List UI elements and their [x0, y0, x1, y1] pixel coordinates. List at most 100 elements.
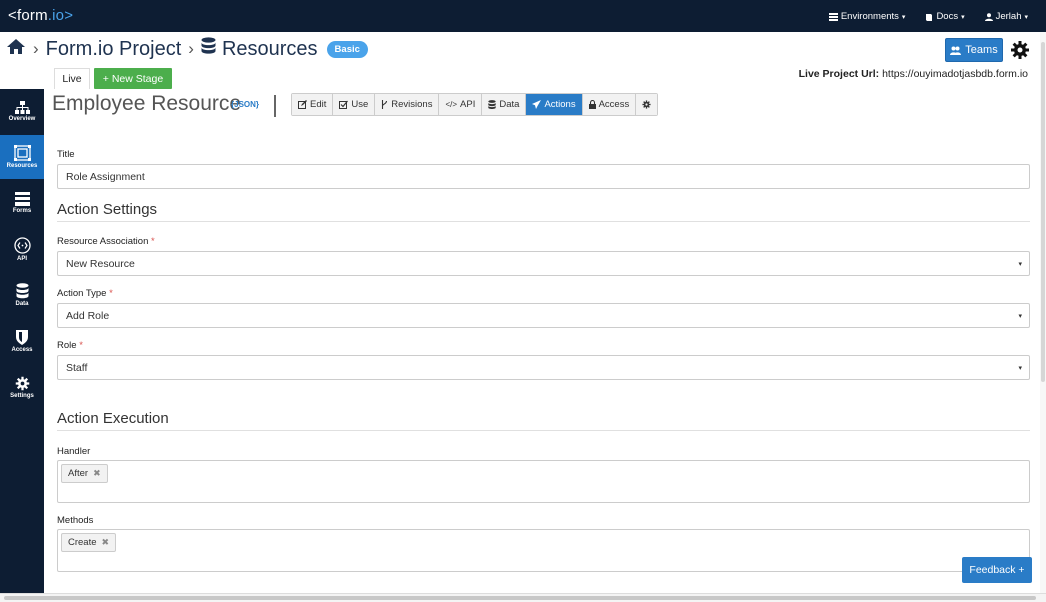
resource-association-select[interactable]: New Resource ▾: [57, 251, 1030, 276]
lock-icon: [588, 100, 596, 109]
sidebar-item-label: Forms: [12, 208, 32, 214]
chevron-down-icon: ▾: [1018, 261, 1022, 268]
user-menu[interactable]: Jerlah ▾: [984, 11, 1028, 22]
sitemap-icon: [14, 100, 30, 114]
title-input[interactable]: Role Assignment: [57, 164, 1030, 189]
branch-icon: [382, 100, 388, 109]
teams-label: Teams: [965, 44, 998, 56]
tab-use[interactable]: Use: [333, 94, 376, 115]
live-url-value[interactable]: https://ouyimadotjasbdb.form.io: [882, 68, 1028, 80]
handler-tag: After ✖: [61, 464, 108, 483]
horizontal-scrollbar[interactable]: [0, 593, 1046, 602]
breadcrumb-project[interactable]: Form.io Project: [46, 38, 182, 61]
scrollbar-thumb[interactable]: [4, 596, 1036, 600]
sidebar-item-label: Overview: [8, 115, 36, 122]
breadcrumb-section[interactable]: Resources: [222, 38, 318, 61]
feedback-button[interactable]: Feedback +: [962, 557, 1032, 583]
tab-data[interactable]: Data: [482, 94, 527, 115]
brand-left: <form: [8, 7, 48, 24]
live-url-label: Live Project Url:: [798, 68, 880, 80]
sidebar-item-resources[interactable]: Resources: [0, 135, 44, 179]
resource-association-label: Resource Association *: [57, 236, 155, 247]
tab-revisions[interactable]: Revisions: [375, 94, 440, 115]
tab-access[interactable]: Access: [582, 94, 637, 115]
tab-actions[interactable]: Actions: [526, 94, 583, 115]
user-icon: [984, 12, 993, 21]
tab-api[interactable]: </> API: [439, 94, 483, 115]
tab-label: Data: [499, 99, 520, 110]
page-header: › Form.io Project › Resources Basic: [0, 32, 1046, 66]
sidebar-item-label: Settings: [10, 392, 34, 399]
methods-tag: Create ✖: [61, 533, 117, 552]
scrollbar-thumb[interactable]: [1041, 42, 1045, 382]
database-icon: [488, 100, 497, 109]
methods-label: Methods: [57, 515, 94, 526]
role-text: Role: [57, 340, 77, 351]
breadcrumb-separator: ›: [33, 39, 39, 58]
handler-tag-label: After: [68, 468, 89, 479]
check-square-icon: [339, 100, 349, 109]
plan-badge: Basic: [326, 40, 368, 58]
chevron-down-icon: ▾: [901, 13, 906, 21]
action-settings-heading: Action Settings: [57, 201, 1030, 222]
json-link[interactable]: {JSON}: [231, 100, 259, 109]
user-label: Jerlah: [995, 11, 1022, 22]
action-type-value: Add Role: [66, 309, 110, 322]
live-project-url: Live Project Url: https://ouyimadotjasbd…: [799, 68, 1028, 80]
gear-icon: [642, 100, 651, 109]
sidebar-item-forms[interactable]: Forms: [0, 181, 44, 225]
tab-edit[interactable]: Edit: [292, 94, 334, 115]
chevron-down-icon: ▾: [1018, 313, 1022, 320]
book-icon: [926, 13, 933, 21]
brand-right: .io>: [47, 7, 74, 24]
list-icon: [828, 12, 838, 21]
action-type-select[interactable]: Add Role ▾: [57, 303, 1030, 328]
docs-menu[interactable]: Docs ▾: [925, 11, 965, 22]
remove-tag-icon[interactable]: ✖: [102, 537, 110, 548]
database-icon: [16, 283, 28, 299]
api-icon: [13, 236, 31, 254]
docs-label: Docs: [936, 11, 959, 22]
top-nav-menu: Environments ▾ Docs ▾ Jerlah ▾: [828, 11, 1028, 22]
title-divider: [274, 95, 276, 117]
sidebar-item-overview[interactable]: Overview: [0, 89, 44, 133]
stage-tab-live[interactable]: Live: [54, 68, 90, 89]
resources-icon: [13, 145, 31, 161]
tab-label: Edit: [310, 99, 327, 110]
gear-icon[interactable]: [1010, 40, 1030, 60]
database-icon: [201, 37, 216, 61]
environments-label: Environments: [840, 11, 899, 22]
role-label: Role *: [57, 340, 83, 351]
remove-tag-icon[interactable]: ✖: [93, 468, 101, 479]
resource-association-value: New Resource: [66, 257, 135, 270]
sidebar-item-data[interactable]: Data: [0, 273, 44, 317]
sidebar-item-settings[interactable]: Settings: [0, 365, 44, 409]
sidebar-item-label: Resources: [6, 163, 38, 169]
teams-button[interactable]: Teams: [945, 38, 1003, 62]
role-select[interactable]: Staff ▾: [57, 355, 1030, 380]
required-marker: *: [79, 340, 83, 351]
paper-plane-icon: [532, 100, 542, 109]
required-marker: *: [151, 236, 155, 247]
handler-label: Handler: [57, 446, 91, 457]
sidebar-item-api[interactable]: API: [0, 227, 44, 271]
shield-icon: [16, 329, 28, 345]
home-icon[interactable]: [6, 38, 26, 61]
sidebar-item-access[interactable]: Access: [0, 319, 44, 363]
methods-field[interactable]: Create ✖: [57, 529, 1030, 572]
handler-field[interactable]: After ✖: [57, 460, 1030, 503]
resource-title: Employee Resource: [52, 92, 242, 115]
brand-logo[interactable]: <form.io>: [8, 7, 73, 24]
methods-tag-label: Create: [68, 537, 97, 548]
forms-icon: [14, 192, 30, 206]
sidebar-item-label: Access: [11, 346, 33, 353]
vertical-scrollbar[interactable]: [1040, 32, 1046, 593]
users-icon: [950, 46, 962, 55]
new-stage-button[interactable]: + New Stage: [94, 68, 172, 89]
action-type-label: Action Type *: [57, 288, 113, 299]
environments-menu[interactable]: Environments ▾: [828, 11, 906, 22]
tab-settings[interactable]: [636, 94, 658, 115]
role-value: Staff: [66, 361, 88, 374]
chevron-down-icon: ▾: [1024, 13, 1028, 21]
resource-tabs: Edit Use Revisions </> API Data Actions …: [291, 93, 659, 116]
